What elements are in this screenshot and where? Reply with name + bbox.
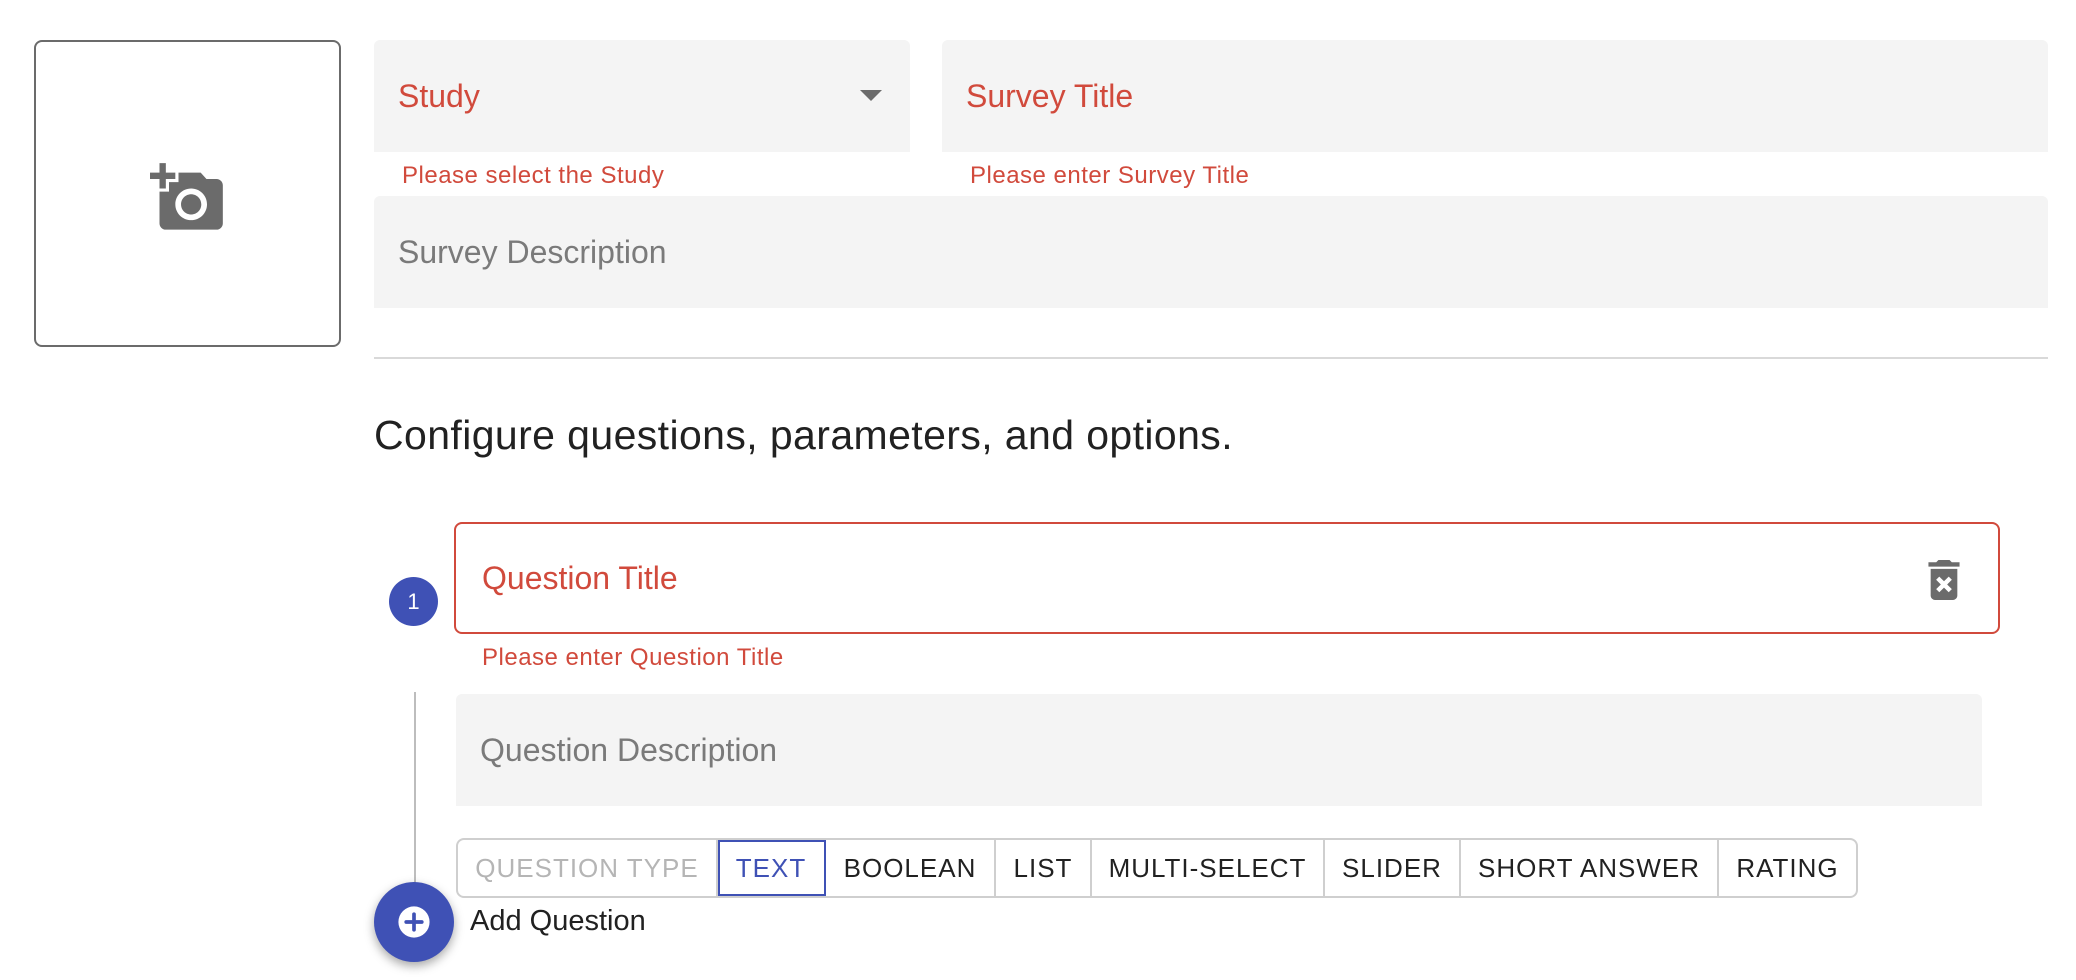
add-a-photo-icon [150,163,223,230]
question-title-input[interactable]: Question Title [454,522,2000,634]
section-divider [374,357,2048,359]
study-select[interactable]: Study [374,40,910,152]
question-title-error: Please enter Question Title [482,644,784,671]
question-type-label: QUESTION TYPE [458,840,718,896]
question-type-toggle-group: QUESTION TYPE TEXT BOOLEAN LIST MULTI-SE… [456,838,1858,898]
add-circle-icon [398,906,430,938]
question-title-label: Question Title [482,559,678,596]
add-question-button[interactable] [374,882,454,962]
section-heading: Configure questions, parameters, and opt… [374,412,1234,458]
type-button-boolean[interactable]: BOOLEAN [826,840,996,896]
type-button-list[interactable]: LIST [996,840,1092,896]
question-description-input[interactable]: Question Description [456,694,1982,806]
survey-title-error: Please enter Survey Title [970,162,1250,189]
survey-title-label: Survey Title [966,77,1134,114]
add-question-label[interactable]: Add Question [470,905,646,938]
type-button-slider[interactable]: SLIDER [1325,840,1461,896]
survey-description-input[interactable]: Survey Description [374,196,2048,308]
dropdown-arrow-icon [860,90,882,101]
type-button-rating[interactable]: RATING [1719,840,1856,896]
delete-forever-icon[interactable] [1926,560,1962,600]
survey-photo-picker[interactable] [34,40,341,347]
question-step-number: 1 [389,577,438,626]
type-button-multi-select[interactable]: MULTI-SELECT [1092,840,1325,896]
survey-title-input[interactable]: Survey Title [942,40,2048,152]
step-connector-line [414,692,416,890]
question-description-placeholder: Question Description [480,731,778,768]
study-select-label: Study [398,77,480,114]
type-button-text[interactable]: TEXT [718,840,826,896]
type-button-short-answer[interactable]: SHORT ANSWER [1461,840,1719,896]
survey-editor: Study Please select the Study Survey Tit… [0,0,2076,980]
survey-description-placeholder: Survey Description [398,233,667,270]
study-select-error: Please select the Study [402,162,665,189]
